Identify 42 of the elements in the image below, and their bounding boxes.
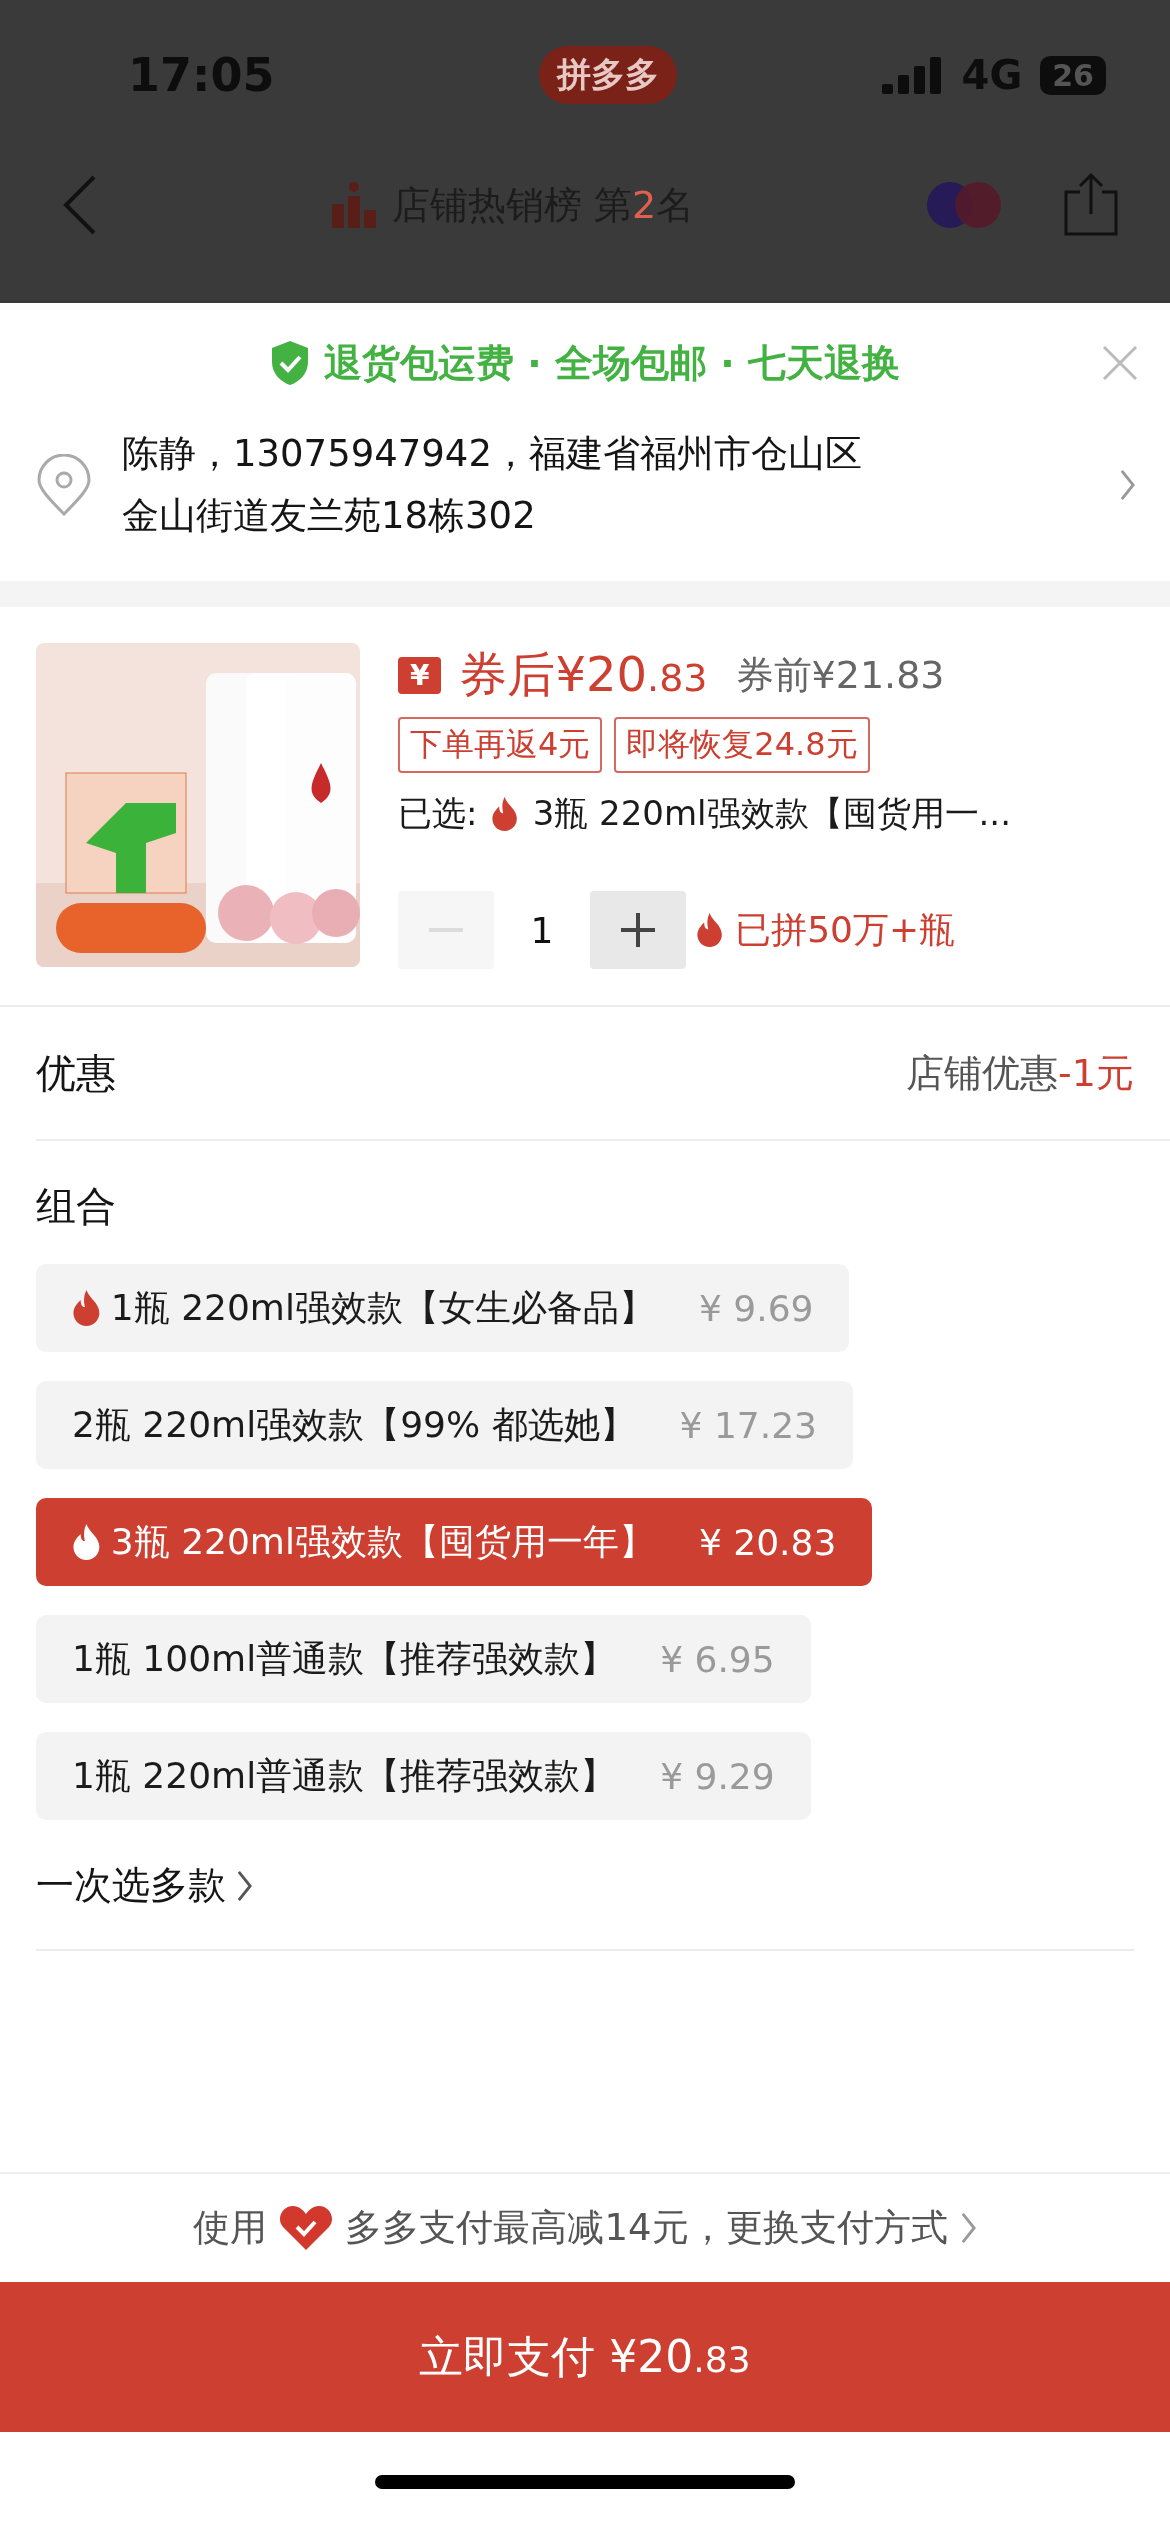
address-text[interactable]: 陈静，13075947942，福建省福州市仓山区 金山街道友兰苑18栋302 <box>122 423 1089 547</box>
flame-icon <box>72 1290 101 1326</box>
flame-icon <box>72 1524 101 1560</box>
chevron-right-icon <box>959 2211 977 2245</box>
overlapping-circles-icon[interactable] <box>926 181 1002 229</box>
original-price: 券前¥21.83 <box>735 651 945 699</box>
quantity-value[interactable]: 1 <box>494 909 590 951</box>
multi-select-link[interactable]: 一次选多款 <box>36 1860 226 1911</box>
chevron-right-icon <box>236 1868 253 1903</box>
plus-icon <box>621 913 655 947</box>
promo-tag: 下单再返4元 <box>398 717 603 773</box>
combo-option[interactable]: 1瓶 220ml强效款【女生必备品】 ¥ 9.69 <box>36 1264 850 1352</box>
coupon-price: 券后¥20.83 <box>459 645 708 704</box>
share-icon[interactable] <box>1062 172 1120 238</box>
group-buy-count: 已拼50万+瓶 <box>735 907 956 952</box>
coupon-badge: ¥ <box>398 656 442 694</box>
combo-option[interactable]: 3瓶 220ml强效款【囤货用一年】 ¥ 20.83 <box>36 1498 873 1586</box>
plus-button[interactable] <box>590 891 686 969</box>
promo-tag: 即将恢复24.8元 <box>614 717 870 773</box>
combo-option[interactable]: 1瓶 100ml普通款【推荐强效款】 ¥ 6.95 <box>36 1615 811 1703</box>
discount-value[interactable]: 店铺优惠-1元 <box>906 1047 1134 1099</box>
combo-option[interactable]: 1瓶 220ml普通款【推荐强效款】 ¥ 9.29 <box>36 1732 811 1820</box>
payment-note-text[interactable]: 多多支付最高减14元，更换支付方式 <box>345 2203 948 2253</box>
payment-note-prefix: 使用 <box>193 2205 268 2251</box>
combo-option[interactable]: 2瓶 220ml强效款【99% 都选她】 ¥ 17.23 <box>36 1381 853 1469</box>
discount-label: 优惠 <box>36 1048 116 1098</box>
signal-icon <box>881 56 944 94</box>
selected-variant: 3瓶 220ml强效款【囤货用一... <box>532 792 1011 835</box>
heart-check-icon <box>279 2205 334 2251</box>
combo-title: 组合 <box>36 1183 116 1229</box>
flame-icon <box>491 797 519 831</box>
app-badge: 拼多多 <box>539 46 677 104</box>
close-icon[interactable] <box>1102 345 1138 381</box>
battery-level: 26 <box>1040 55 1106 95</box>
pay-button[interactable]: 立即支付 ¥20.83 <box>0 2282 1170 2432</box>
selected-label: 已选: <box>398 792 478 835</box>
flame-icon <box>696 913 724 947</box>
location-pin-icon <box>36 454 92 516</box>
shield-check-icon <box>270 340 311 386</box>
chevron-right-icon <box>1119 468 1136 502</box>
ranking-icon <box>331 182 376 228</box>
guarantee-text: 退货包运费 · 全场包邮 · 七天退换 <box>324 339 900 387</box>
